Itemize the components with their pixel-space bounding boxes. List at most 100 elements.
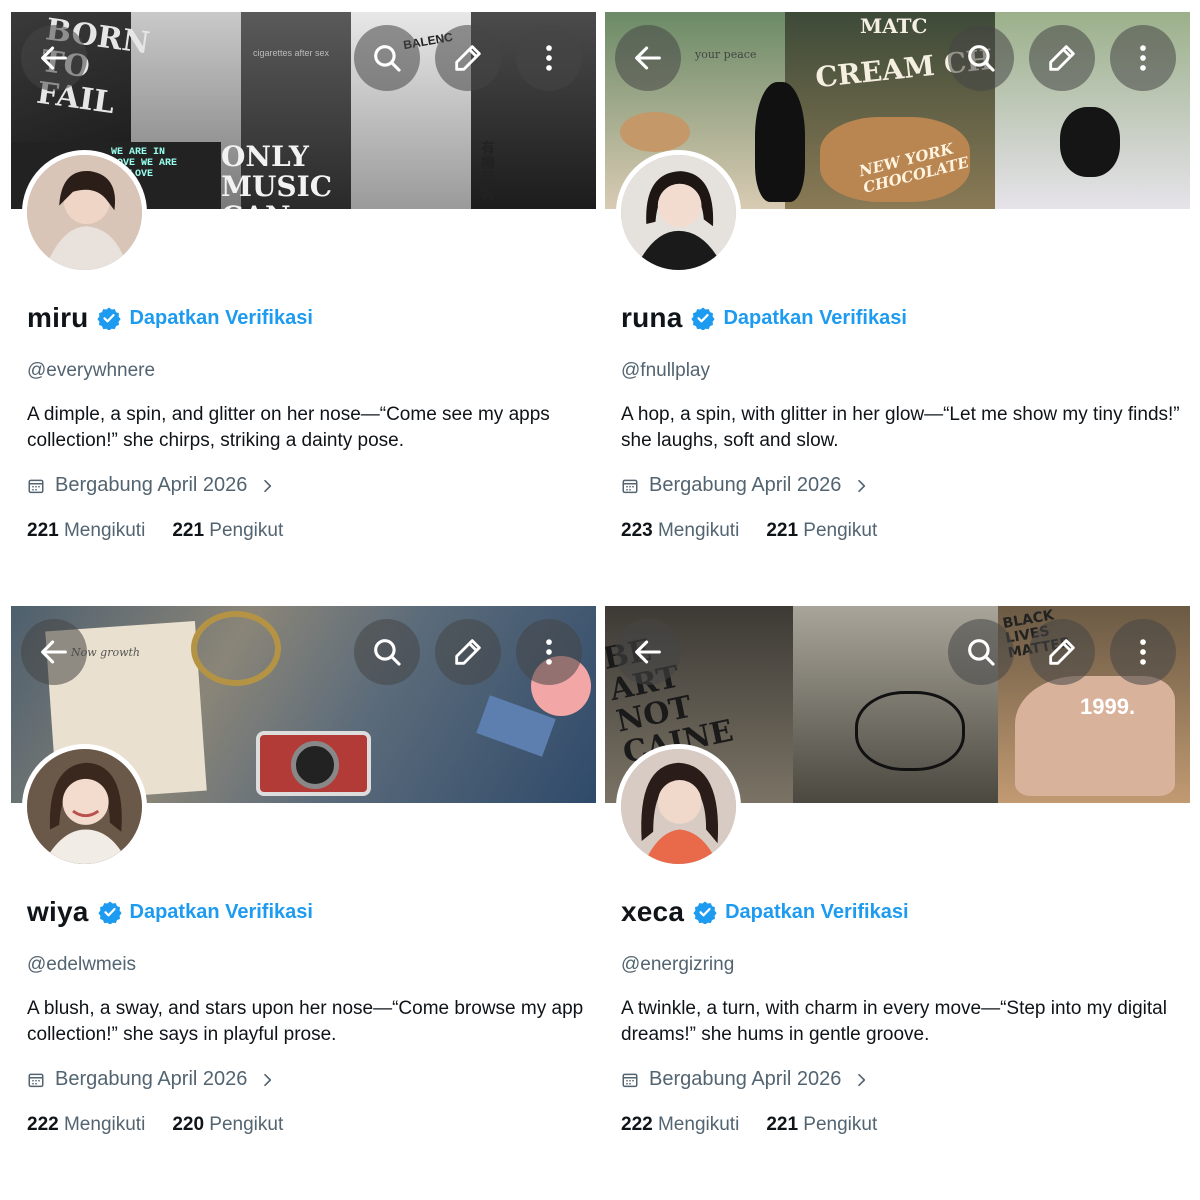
followers-stat[interactable]: 221 Pengikut xyxy=(172,520,283,542)
profile-bio: A hop, a spin, with glitter in her glow—… xyxy=(621,404,1180,451)
followers-label: Pengikut xyxy=(209,520,284,541)
get-verified-link[interactable]: Dapatkan Verifikasi xyxy=(723,307,906,330)
edit-profile-button[interactable] xyxy=(1029,25,1095,91)
banner-cat-silhouette xyxy=(755,82,805,202)
banner-text: your peace xyxy=(695,48,757,61)
following-count: 222 xyxy=(27,1114,59,1135)
search-icon xyxy=(968,45,995,72)
more-vertical-icon xyxy=(1140,45,1146,71)
avatar-photo xyxy=(621,155,736,270)
profile-avatar[interactable] xyxy=(22,744,147,869)
banner-camera-lens xyxy=(291,741,339,789)
avatar-photo xyxy=(27,155,142,270)
more-options-button[interactable] xyxy=(1110,619,1176,685)
name-row: wiya Dapatkan Verifikasi xyxy=(27,894,313,930)
banner-text: cigarettes after sex xyxy=(253,48,330,58)
profile-avatar[interactable] xyxy=(22,150,147,275)
more-options-button[interactable] xyxy=(516,619,582,685)
edit-profile-button[interactable] xyxy=(435,619,501,685)
verified-badge-icon[interactable] xyxy=(97,900,122,924)
following-stat[interactable]: 221 Mengikuti xyxy=(27,520,145,542)
more-options-button[interactable] xyxy=(516,25,582,91)
pencil-icon xyxy=(1049,639,1075,665)
follow-stats: 222 Mengikuti 221 Pengikut xyxy=(621,1114,904,1136)
chevron-right-icon xyxy=(858,479,866,492)
search-icon xyxy=(374,45,401,72)
arrow-left-icon xyxy=(635,640,661,664)
username-handle: @energizring xyxy=(621,954,735,975)
name-row: xeca Dapatkan Verifikasi xyxy=(621,894,909,930)
pencil-icon xyxy=(455,639,481,665)
following-count: 223 xyxy=(621,520,653,541)
calendar-icon xyxy=(28,1073,44,1087)
banner-text: 有機豆乳 xyxy=(481,141,495,202)
chevron-right-icon xyxy=(264,479,272,492)
get-verified-link[interactable]: Dapatkan Verifikasi xyxy=(130,901,313,924)
profile-bio: A twinkle, a turn, with charm in every m… xyxy=(621,998,1167,1045)
search-icon xyxy=(374,639,401,666)
following-label: Mengikuti xyxy=(657,1114,740,1135)
profile-avatar[interactable] xyxy=(616,150,741,275)
back-button[interactable] xyxy=(21,619,87,685)
following-label: Mengikuti xyxy=(63,520,146,541)
joined-date-row[interactable]: Bergabung April 2026 xyxy=(27,1068,275,1091)
joined-date-row[interactable]: Bergabung April 2026 xyxy=(27,474,275,497)
verified-badge-icon[interactable] xyxy=(691,306,716,330)
joined-date: Bergabung April 2026 xyxy=(649,474,842,496)
following-stat[interactable]: 222 Mengikuti xyxy=(621,1114,739,1136)
profile-avatar[interactable] xyxy=(616,744,741,869)
following-count: 222 xyxy=(621,1114,653,1135)
following-stat[interactable]: 223 Mengikuti xyxy=(621,520,739,542)
followers-count: 220 xyxy=(172,1114,205,1135)
banner-cookie-shape xyxy=(620,112,690,152)
display-name: xeca xyxy=(621,896,685,927)
verified-badge-icon[interactable] xyxy=(97,306,122,330)
joined-date: Bergabung April 2026 xyxy=(55,1068,248,1090)
name-row: miru Dapatkan Verifikasi xyxy=(27,300,313,336)
display-name: miru xyxy=(27,302,89,333)
more-vertical-icon xyxy=(1140,639,1146,665)
display-name: wiya xyxy=(27,896,89,927)
calendar-icon xyxy=(28,479,44,493)
profile-card-xeca: BE ART NOT CAINE BLACK LIVES MATTER 1999… xyxy=(605,606,1190,1166)
search-button[interactable] xyxy=(948,25,1014,91)
verified-badge-icon[interactable] xyxy=(693,900,717,924)
back-button[interactable] xyxy=(615,619,681,685)
name-row: runa Dapatkan Verifikasi xyxy=(621,300,907,336)
edit-profile-button[interactable] xyxy=(435,25,501,91)
banner-doodle xyxy=(855,691,965,771)
search-button[interactable] xyxy=(948,619,1014,685)
profile-bio: A blush, a sway, and stars upon her nose… xyxy=(27,998,584,1045)
followers-stat[interactable]: 221 Pengikut xyxy=(766,1114,877,1136)
back-button[interactable] xyxy=(615,25,681,91)
followers-stat[interactable]: 220 Pengikut xyxy=(172,1114,283,1136)
more-options-button[interactable] xyxy=(1110,25,1176,91)
get-verified-link[interactable]: Dapatkan Verifikasi xyxy=(129,307,312,330)
followers-label: Pengikut xyxy=(209,1114,284,1135)
get-verified-link[interactable]: Dapatkan Verifikasi xyxy=(725,901,908,924)
calendar-icon xyxy=(622,479,638,493)
back-button[interactable] xyxy=(21,25,87,91)
following-label: Mengikuti xyxy=(657,520,740,541)
display-name: runa xyxy=(621,302,683,333)
following-count: 221 xyxy=(27,520,59,541)
arrow-left-icon xyxy=(635,46,661,70)
profile-bio: A dimple, a spin, and glitter on her nos… xyxy=(27,404,550,451)
search-button[interactable] xyxy=(354,619,420,685)
banner-text: 1999. xyxy=(1080,694,1136,719)
following-label: Mengikuti xyxy=(63,1114,146,1135)
followers-count: 221 xyxy=(766,520,799,541)
followers-label: Pengikut xyxy=(803,520,878,541)
search-button[interactable] xyxy=(354,25,420,91)
joined-date: Bergabung April 2026 xyxy=(649,1068,842,1090)
avatar-photo xyxy=(27,749,142,864)
joined-date-row[interactable]: Bergabung April 2026 xyxy=(621,474,869,497)
edit-profile-button[interactable] xyxy=(1029,619,1095,685)
follow-stats: 223 Mengikuti 221 Pengikut xyxy=(621,520,904,542)
username-handle: @edelwmeis xyxy=(27,954,137,975)
calendar-icon xyxy=(622,1073,638,1087)
joined-date: Bergabung April 2026 xyxy=(55,474,248,496)
followers-stat[interactable]: 221 Pengikut xyxy=(766,520,877,542)
joined-date-row[interactable]: Bergabung April 2026 xyxy=(621,1068,869,1091)
following-stat[interactable]: 222 Mengikuti xyxy=(27,1114,145,1136)
